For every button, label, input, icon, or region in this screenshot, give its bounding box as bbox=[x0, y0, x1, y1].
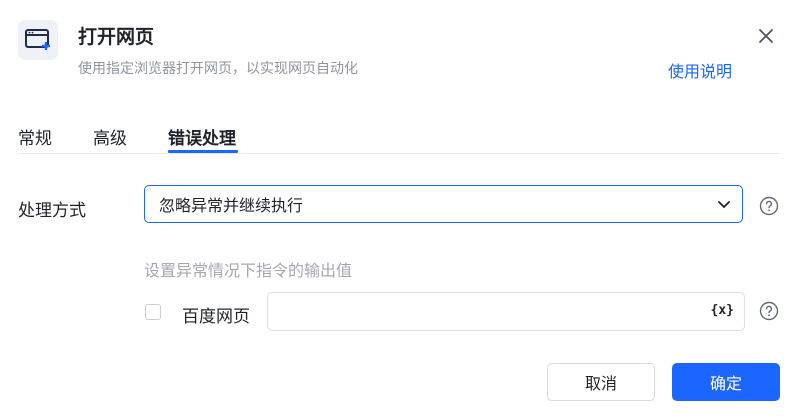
close-icon bbox=[759, 29, 773, 43]
output-checkbox[interactable] bbox=[145, 304, 161, 320]
output-hint: 设置异常情况下指令的输出值 bbox=[144, 261, 353, 280]
tab-general[interactable]: 常规 bbox=[18, 124, 52, 149]
variable-insert-icon[interactable]: {x} bbox=[711, 303, 734, 318]
output-value-input[interactable]: {x} bbox=[267, 292, 745, 331]
handling-mode-select[interactable]: 忽略异常并继续执行 bbox=[144, 185, 743, 223]
dialog-title: 打开网页 bbox=[78, 26, 155, 48]
handling-help-icon[interactable] bbox=[759, 196, 779, 216]
help-link[interactable]: 使用说明 bbox=[668, 58, 732, 82]
browser-open-icon bbox=[18, 20, 58, 60]
handling-mode-label: 处理方式 bbox=[18, 201, 86, 221]
tab-advanced[interactable]: 高级 bbox=[93, 124, 127, 149]
handling-mode-value: 忽略异常并继续执行 bbox=[159, 196, 304, 215]
checkbox-label: 百度网页 bbox=[182, 307, 250, 327]
tab-error-handling[interactable]: 错误处理 bbox=[168, 124, 236, 149]
confirm-button[interactable]: 确定 bbox=[672, 363, 780, 401]
dialog-subtitle: 使用指定浏览器打开网页，以实现网页自动化 bbox=[78, 61, 358, 77]
close-button[interactable] bbox=[756, 26, 776, 46]
tab-divider bbox=[18, 153, 781, 154]
chevron-down-icon bbox=[718, 201, 730, 208]
cancel-button[interactable]: 取消 bbox=[547, 363, 655, 401]
output-help-icon[interactable] bbox=[759, 301, 779, 321]
